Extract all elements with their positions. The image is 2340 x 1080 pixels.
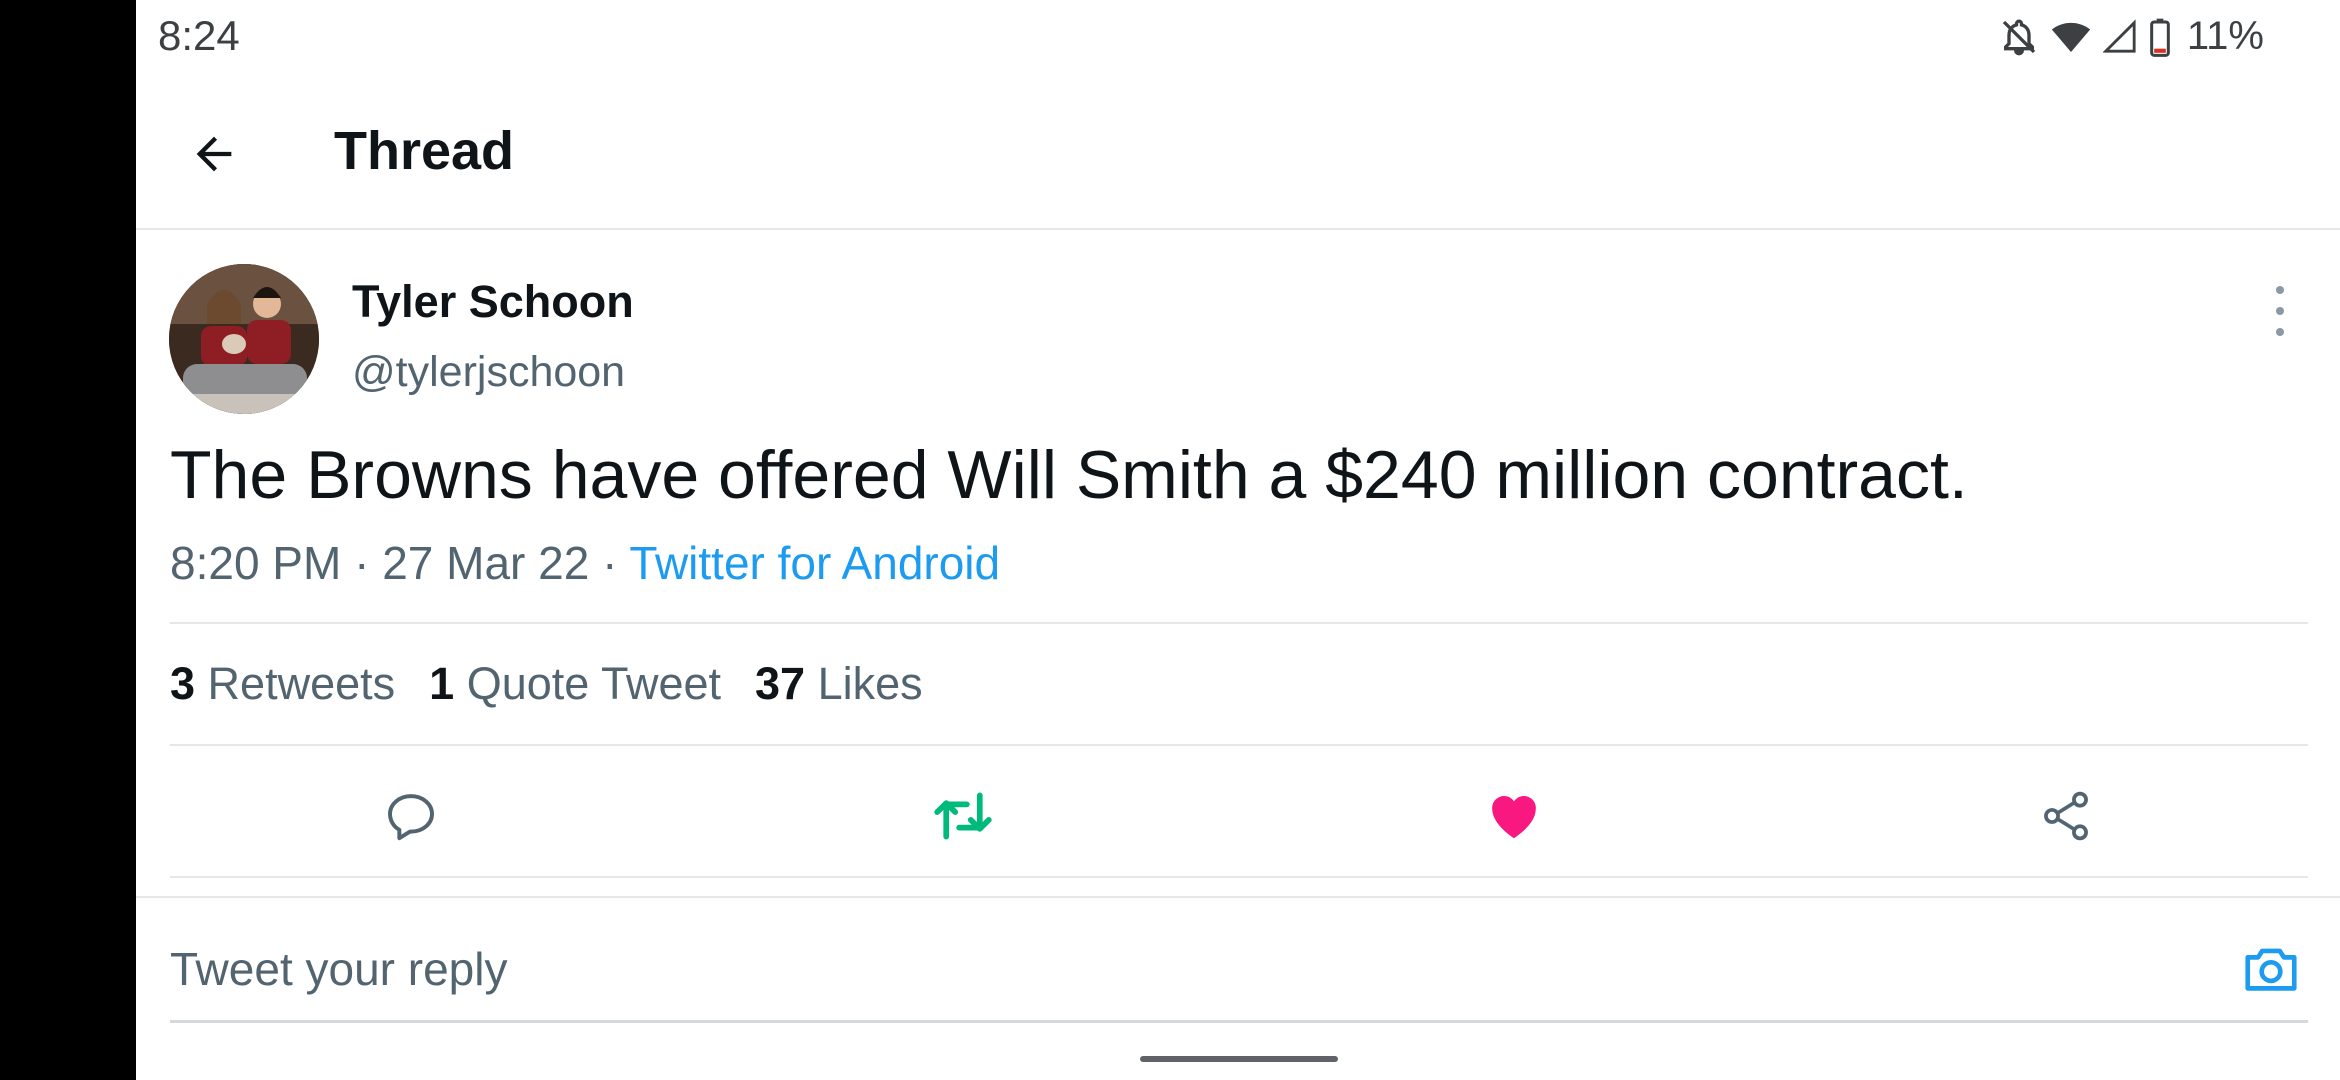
reply-input[interactable] bbox=[170, 934, 1970, 1004]
reply-icon bbox=[388, 794, 434, 841]
reply-button[interactable] bbox=[379, 784, 443, 848]
like-icon bbox=[1492, 796, 1536, 839]
status-bar: 8:24 11% bbox=[136, 0, 2340, 76]
more-dot bbox=[2276, 307, 2284, 315]
like-button[interactable] bbox=[1482, 784, 1546, 848]
divider bbox=[170, 622, 2308, 624]
section-divider bbox=[136, 896, 2340, 898]
quotes-count: 1 bbox=[429, 658, 455, 709]
divider bbox=[170, 876, 2308, 878]
likes-label: Likes bbox=[817, 658, 923, 709]
divider bbox=[170, 744, 2308, 746]
quotes-label: Quote Tweet bbox=[466, 658, 722, 709]
likes-count: 37 bbox=[755, 658, 806, 709]
cell-signal-icon bbox=[2102, 17, 2137, 57]
avatar[interactable] bbox=[169, 264, 319, 414]
more-dot bbox=[2276, 286, 2284, 294]
tweet-actions bbox=[136, 760, 2340, 870]
thread-header: Thread bbox=[136, 76, 2340, 230]
share-button[interactable] bbox=[2034, 784, 2098, 848]
page-title: Thread bbox=[334, 121, 515, 181]
app-screen: 8:24 11% Thread Tyler Schoon @tylerjscho… bbox=[136, 0, 2340, 1080]
tweet-time: 8:20 PM bbox=[170, 537, 342, 589]
meta-separator: · bbox=[589, 537, 630, 589]
quotes-stat[interactable]: 1 Quote Tweet bbox=[429, 658, 721, 710]
camera-button[interactable] bbox=[2236, 934, 2306, 1004]
more-options-button[interactable] bbox=[2260, 286, 2300, 336]
tweet-source-link[interactable]: Twitter for Android bbox=[629, 537, 1000, 589]
wifi-icon bbox=[2051, 17, 2091, 57]
notifications-off-icon bbox=[1999, 17, 2039, 57]
back-button[interactable] bbox=[176, 116, 252, 192]
retweets-label: Retweets bbox=[207, 658, 396, 709]
status-time: 8:24 bbox=[158, 12, 240, 59]
more-dot bbox=[2276, 328, 2284, 336]
author-handle[interactable]: @tylerjschoon bbox=[352, 348, 625, 397]
retweets-count: 3 bbox=[170, 658, 196, 709]
status-icons: 11% bbox=[1999, 14, 2264, 59]
battery-low-icon bbox=[2149, 17, 2171, 57]
tweet-stats: 3 Retweets 1 Quote Tweet 37 Likes bbox=[170, 658, 923, 710]
share-icon bbox=[2044, 791, 2088, 841]
tweet-date: 27 Mar 22 bbox=[382, 537, 590, 589]
retweet-button[interactable] bbox=[931, 784, 995, 848]
home-indicator[interactable] bbox=[1140, 1056, 1338, 1062]
retweet-icon bbox=[934, 792, 992, 840]
tweet-text: The Browns have offered Will Smith a $24… bbox=[170, 437, 1968, 513]
arrow-left-icon bbox=[196, 136, 232, 172]
meta-separator: · bbox=[341, 537, 383, 589]
likes-stat[interactable]: 37 Likes bbox=[755, 658, 923, 710]
tweet-meta: 8:20 PM · 27 Mar 22 · Twitter for Androi… bbox=[170, 536, 1000, 590]
author-name[interactable]: Tyler Schoon bbox=[352, 276, 634, 328]
camera-icon bbox=[2245, 948, 2297, 991]
retweets-stat[interactable]: 3 Retweets bbox=[170, 658, 395, 710]
battery-percentage: 11% bbox=[2186, 14, 2264, 58]
reply-underline bbox=[170, 1020, 2308, 1023]
